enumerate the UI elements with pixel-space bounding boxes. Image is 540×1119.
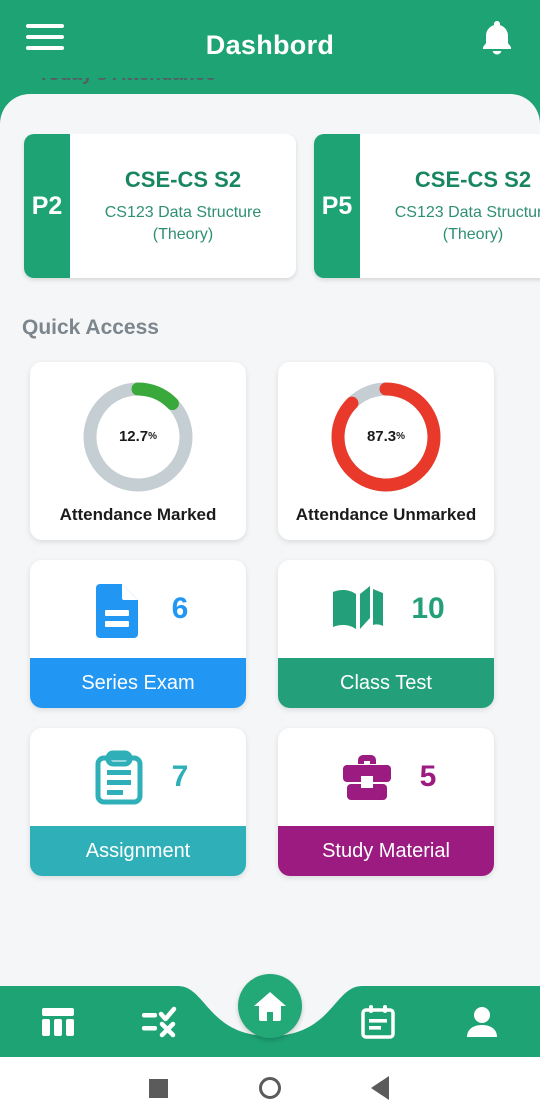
app-bar: Dashbord	[0, 0, 540, 90]
bell-icon[interactable]	[474, 12, 520, 60]
tile-top: 10	[278, 560, 494, 658]
period-subject: CS123 Data Structure	[394, 203, 540, 221]
period-card[interactable]: P2 CSE-CS S2 CS123 Data Structure (Theor…	[24, 134, 296, 278]
today-attendance-list[interactable]: P2 CSE-CS S2 CS123 Data Structure (Theor…	[0, 134, 540, 294]
period-type: (Theory)	[152, 225, 214, 243]
donut-number-unmarked: 87.3	[366, 428, 397, 445]
circle-home-icon[interactable]	[230, 1057, 310, 1119]
period-badge: P2	[24, 134, 70, 278]
period-type: (Theory)	[442, 225, 504, 243]
content-sheet: P2 CSE-CS S2 CS123 Data Structure (Theor…	[0, 94, 540, 1119]
attendance-marked-label: Attendance Marked	[59, 504, 217, 524]
percent-symbol: %	[148, 431, 158, 442]
donut-chart-marked: 12.7%	[79, 378, 197, 496]
tile-top: 7	[30, 728, 246, 826]
donut-value-unmarked: 87.3%	[327, 378, 445, 496]
check-cross-list-icon	[142, 1006, 177, 1037]
tile-label-assignment: Assignment	[30, 826, 246, 876]
tile-label-series-exam: Series Exam	[30, 658, 246, 708]
home-icon	[254, 992, 286, 1021]
tile-count-class-test: 10	[411, 592, 445, 625]
tile-count-series-exam: 6	[171, 592, 189, 625]
tile-count-assignment: 7	[171, 760, 189, 793]
document-icon	[95, 584, 138, 638]
period-card-body: CSE-CS S2 CS123 Data Structure (Theory)	[70, 134, 296, 278]
tile-series-exam[interactable]: 6 Series Exam	[30, 560, 246, 708]
triangle-back-icon[interactable]	[340, 1057, 420, 1119]
nav-item-home-fab[interactable]	[238, 974, 302, 1038]
nav-item-profile[interactable]	[428, 986, 536, 1057]
tile-study-material[interactable]: 5 Study Material	[278, 728, 494, 876]
tile-label-study-material: Study Material	[278, 826, 494, 876]
calendar-icon	[361, 1004, 395, 1039]
quick-access-heading: Quick Access	[22, 316, 159, 339]
attendance-unmarked-label: Attendance Unmarked	[295, 504, 477, 524]
nav-item-timetable[interactable]	[4, 986, 112, 1057]
tile-label-class-test: Class Test	[278, 658, 494, 708]
period-subject: CS123 Data Structure	[104, 203, 262, 221]
period-badge: P5	[314, 134, 360, 278]
donut-value-marked: 12.7%	[79, 378, 197, 496]
today-attendance-heading-text: Today's Attendance	[38, 78, 338, 86]
briefcase-icon	[342, 755, 391, 800]
square-recents-icon[interactable]	[118, 1057, 198, 1119]
tile-count-study-material: 5	[419, 760, 437, 793]
page-title: Dashbord	[205, 29, 335, 60]
tile-class-test[interactable]: 10 Class Test	[278, 560, 494, 708]
nav-item-calendar[interactable]	[324, 986, 432, 1057]
clipboard-icon	[95, 750, 143, 805]
nav-item-attendance[interactable]	[106, 986, 214, 1057]
tile-top: 6	[30, 560, 246, 658]
attendance-unmarked-card[interactable]: 87.3% Attendance Unmarked	[278, 362, 494, 540]
person-icon	[467, 1006, 497, 1037]
phone-screen: Dashbord Today's Attendance P2 CSE-CS S2…	[0, 0, 540, 1119]
hamburger-menu-icon[interactable]	[22, 14, 68, 60]
donut-chart-unmarked: 87.3%	[327, 378, 445, 496]
percent-symbol: %	[396, 431, 406, 442]
period-card-body: CSE-CS S2 CS123 Data Structure (Theory)	[360, 134, 540, 278]
tile-top: 5	[278, 728, 494, 826]
period-class-name: CSE-CS S2	[414, 166, 532, 192]
open-book-icon	[333, 586, 384, 629]
table-grid-icon	[42, 1007, 74, 1036]
attendance-marked-card[interactable]: 12.7% Attendance Marked	[30, 362, 246, 540]
tile-assignment[interactable]: 7 Assignment	[30, 728, 246, 876]
quick-access-grid: 12.7% Attendance Marked 87.3% Attendance…	[30, 362, 517, 876]
donut-number-marked: 12.7	[118, 428, 149, 445]
android-system-bar	[0, 1057, 540, 1119]
period-class-name: CSE-CS S2	[124, 166, 242, 192]
period-card[interactable]: P5 CSE-CS S2 CS123 Data Structure (Theor…	[314, 134, 540, 278]
